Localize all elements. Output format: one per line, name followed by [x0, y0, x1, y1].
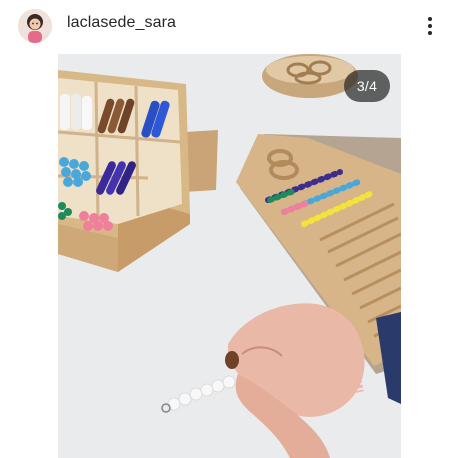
avatar-illustration: [18, 9, 52, 43]
carousel-counter: 3/4: [344, 70, 390, 102]
post-header: laclasede_sara: [0, 0, 458, 54]
instagram-post: laclasede_sara 3/4: [0, 0, 458, 458]
post-media[interactable]: 3/4: [58, 54, 401, 458]
more-vertical-icon: [428, 17, 432, 35]
photo-scene: 3/4: [58, 54, 401, 458]
profile-avatar[interactable]: [18, 9, 52, 43]
more-options-button[interactable]: [416, 12, 444, 40]
username[interactable]: laclasede_sara: [67, 14, 176, 32]
